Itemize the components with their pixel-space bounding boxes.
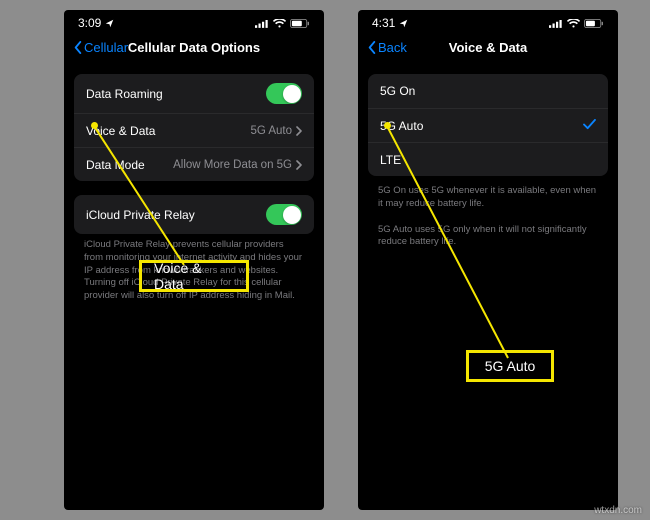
row-5g-on[interactable]: 5G On — [368, 74, 608, 108]
nav-back-button[interactable]: Back — [368, 40, 407, 55]
section-voice-options: 5G On 5G Auto LTE — [368, 74, 608, 176]
row-label: 5G Auto — [380, 119, 423, 133]
checkmark-icon — [583, 119, 596, 133]
phone-right: 4:31 Back Voice & Data 5G On 5G Auto LTE — [358, 10, 618, 510]
nav-back-button[interactable]: Cellular — [74, 40, 128, 55]
signal-icon — [549, 19, 563, 28]
section-footer: iCloud Private Relay prevents cellular p… — [64, 234, 324, 303]
footer-5g-auto: 5G Auto uses 5G only when it will not si… — [358, 219, 618, 250]
status-bar: 3:09 — [64, 10, 324, 32]
battery-icon — [584, 19, 604, 28]
row-label: Voice & Data — [86, 124, 155, 138]
row-label: iCloud Private Relay — [86, 208, 195, 222]
row-label: Data Roaming — [86, 87, 163, 101]
watermark: wtxdn.com — [594, 505, 642, 516]
row-private-relay[interactable]: iCloud Private Relay — [74, 195, 314, 234]
chevron-right-icon — [296, 126, 302, 136]
battery-icon — [290, 19, 310, 28]
nav-back-label: Back — [378, 40, 407, 55]
row-voice-data[interactable]: Voice & Data 5G Auto — [74, 113, 314, 147]
status-right — [549, 19, 604, 28]
phone-left: 3:09 Cellular Cellular Data Options Data… — [64, 10, 324, 510]
status-time: 4:31 — [372, 16, 395, 30]
row-label: LTE — [380, 153, 401, 167]
status-bar: 4:31 — [358, 10, 618, 32]
nav-bar: Cellular Cellular Data Options — [64, 32, 324, 66]
footer-5g-on: 5G On uses 5G whenever it is available, … — [358, 180, 618, 211]
section-cellular: Data Roaming Voice & Data 5G Auto Data M… — [74, 74, 314, 181]
status-left: 4:31 — [372, 16, 408, 30]
wifi-icon — [567, 19, 580, 28]
chevron-left-icon — [368, 41, 376, 54]
row-label: Data Mode — [86, 158, 145, 172]
row-value-text: 5G Auto — [250, 125, 292, 137]
row-value: 5G Auto — [250, 125, 302, 137]
row-label: 5G On — [380, 84, 415, 98]
nav-bar: Back Voice & Data — [358, 32, 618, 66]
section-privacy: iCloud Private Relay — [74, 195, 314, 234]
chevron-right-icon — [296, 160, 302, 170]
row-data-roaming[interactable]: Data Roaming — [74, 74, 314, 113]
row-value: Allow More Data on 5G — [173, 159, 302, 171]
status-right — [255, 19, 310, 28]
toggle-private-relay[interactable] — [266, 204, 302, 225]
location-icon — [105, 19, 114, 28]
callout-label: 5G Auto — [485, 358, 536, 374]
nav-back-label: Cellular — [84, 40, 128, 55]
chevron-left-icon — [74, 41, 82, 54]
location-icon — [399, 19, 408, 28]
callout-5g-auto: 5G Auto — [466, 350, 554, 382]
signal-icon — [255, 19, 269, 28]
toggle-data-roaming[interactable] — [266, 83, 302, 104]
row-5g-auto[interactable]: 5G Auto — [368, 108, 608, 142]
row-data-mode[interactable]: Data Mode Allow More Data on 5G — [74, 147, 314, 181]
status-left: 3:09 — [78, 16, 114, 30]
status-time: 3:09 — [78, 16, 101, 30]
wifi-icon — [273, 19, 286, 28]
row-value-text: Allow More Data on 5G — [173, 159, 292, 171]
row-lte[interactable]: LTE — [368, 142, 608, 176]
